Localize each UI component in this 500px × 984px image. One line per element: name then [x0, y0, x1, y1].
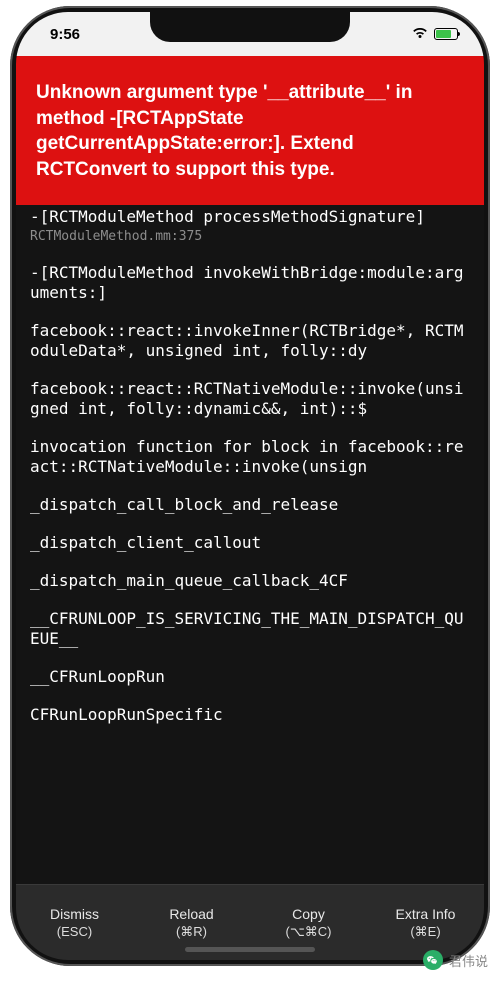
copy-shortcut: (⌥⌘C) [285, 924, 331, 940]
stack-frame-location: RCTModuleMethod.mm:375 [30, 229, 470, 245]
watermark: 君伟说 [423, 950, 488, 970]
reload-shortcut: (⌘R) [176, 924, 207, 940]
reload-label: Reload [169, 906, 213, 922]
dismiss-shortcut: (ESC) [57, 924, 92, 939]
stack-frame[interactable]: _dispatch_call_block_and_release [30, 495, 470, 515]
stack-frame-function: _dispatch_call_block_and_release [30, 495, 470, 515]
copy-label: Copy [292, 906, 325, 922]
stack-frame-function: facebook::react::RCTNativeModule::invoke… [30, 379, 470, 419]
extra-info-label: Extra Info [396, 906, 456, 922]
watermark-text: 君伟说 [449, 951, 488, 970]
stack-frame-function: CFRunLoopRunSpecific [30, 705, 470, 725]
phone-screen: 9:56 Unknown argument type '__attribute_… [16, 12, 484, 960]
stack-frame[interactable]: facebook::react::RCTNativeModule::invoke… [30, 379, 470, 419]
stack-frame[interactable]: facebook::react::invokeInner(RCTBridge*,… [30, 321, 470, 361]
error-message: Unknown argument type '__attribute__' in… [36, 82, 412, 180]
stack-frame[interactable]: CFRunLoopRunSpecific [30, 705, 470, 725]
stack-frame-function: _dispatch_client_callout [30, 533, 470, 553]
phone-frame: 9:56 Unknown argument type '__attribute_… [10, 6, 490, 966]
battery-icon [434, 28, 458, 40]
notch [150, 12, 350, 42]
stack-trace[interactable]: -[RCTModuleMethod processMethodSignature… [16, 205, 484, 884]
wechat-icon [423, 950, 443, 970]
stack-frame[interactable]: invocation function for block in faceboo… [30, 437, 470, 477]
stack-frame-function: __CFRunLoopRun [30, 667, 470, 687]
dismiss-button[interactable]: Dismiss (ESC) [16, 885, 133, 960]
stack-frame-function: invocation function for block in faceboo… [30, 437, 470, 477]
stack-frame[interactable]: __CFRunLoopRun [30, 667, 470, 687]
stack-frame-function: facebook::react::invokeInner(RCTBridge*,… [30, 321, 470, 361]
stack-frame-function: -[RCTModuleMethod processMethodSignature… [30, 207, 470, 227]
stack-frame[interactable]: -[RCTModuleMethod processMethodSignature… [30, 207, 470, 245]
stack-frame[interactable]: -[RCTModuleMethod invokeWithBridge:modul… [30, 263, 470, 303]
stack-frame-function: __CFRUNLOOP_IS_SERVICING_THE_MAIN_DISPAT… [30, 609, 470, 649]
home-indicator[interactable] [185, 947, 315, 952]
status-time: 9:56 [50, 26, 80, 43]
stack-frame-function: _dispatch_main_queue_callback_4CF [30, 571, 470, 591]
stack-frame[interactable]: _dispatch_client_callout [30, 533, 470, 553]
stack-frame[interactable]: _dispatch_main_queue_callback_4CF [30, 571, 470, 591]
stack-frame[interactable]: __CFRUNLOOP_IS_SERVICING_THE_MAIN_DISPAT… [30, 609, 470, 649]
error-banner: Unknown argument type '__attribute__' in… [16, 56, 484, 205]
extra-info-button[interactable]: Extra Info (⌘E) [367, 885, 484, 960]
extra-info-shortcut: (⌘E) [410, 924, 440, 940]
dismiss-label: Dismiss [50, 906, 99, 922]
status-right [412, 26, 458, 43]
stack-frame-function: -[RCTModuleMethod invokeWithBridge:modul… [30, 263, 470, 303]
wifi-icon [412, 26, 428, 43]
